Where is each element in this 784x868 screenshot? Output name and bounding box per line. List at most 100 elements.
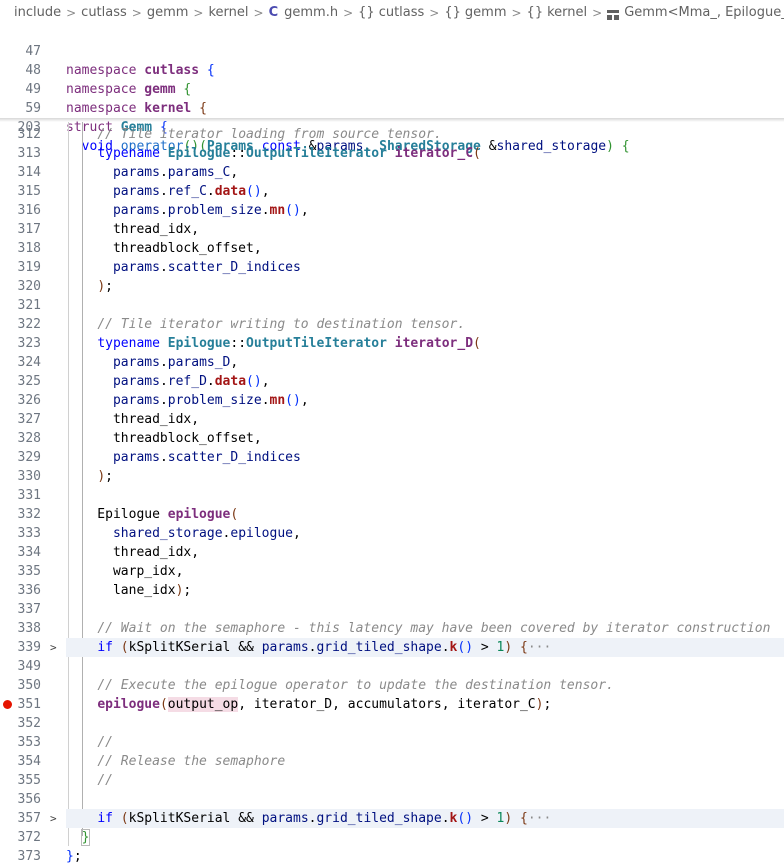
chevron-right-icon: > — [511, 5, 522, 20]
breadcrumb-gemm[interactable]: gemm — [147, 5, 189, 20]
struct-icon — [607, 9, 620, 20]
line-number: 336 — [17, 583, 41, 598]
code-text: threadblock_offset, — [66, 431, 262, 446]
breadcrumb-ns-kernel[interactable]: kernel — [547, 5, 587, 20]
chevron-right-icon: > — [253, 5, 264, 20]
line-number: 327 — [17, 412, 41, 427]
code-line[interactable]: 322 // Tile iterator writing to destinat… — [0, 315, 784, 334]
code-line[interactable]: 352 — [0, 714, 784, 733]
code-line[interactable]: 317 thread_idx, — [0, 220, 784, 239]
code-line[interactable]: 316 params.problem_size.mn(), — [0, 201, 784, 220]
breadcrumb-kernel[interactable]: kernel — [208, 5, 248, 20]
code-text: }; — [66, 849, 82, 864]
code-text: params.ref_C.data(), — [112, 184, 270, 199]
line-number: 314 — [17, 165, 41, 180]
code-line[interactable]: 312 // Tile iterator loading from source… — [0, 125, 784, 144]
code-line[interactable]: 323 typename Epilogue::OutputTileIterato… — [0, 334, 784, 353]
code-text: thread_idx, — [66, 412, 200, 427]
code-line[interactable]: 373}; — [0, 847, 784, 866]
code-text: if (kSplitKSerial && params.grid_tiled_s… — [97, 811, 552, 826]
code-line[interactable]: 326 params.problem_size.mn(), — [0, 391, 784, 410]
code-line[interactable]: 334 thread_idx, — [0, 543, 784, 562]
breadcrumb-struct[interactable]: Gemm<Mma_, Epilogue_, ThreadblockSw — [624, 5, 784, 20]
code-line[interactable]: 356 — [0, 790, 784, 809]
code-line[interactable]: 333 shared_storage.epilogue, — [0, 524, 784, 543]
sticky-line[interactable]: 48 namespace gemm { — [0, 42, 784, 97]
code-line[interactable]: 329 params.scatter_D_indices — [0, 448, 784, 467]
breadcrumb-file[interactable]: gemm.h — [284, 5, 338, 20]
chevron-right-icon: > — [66, 5, 77, 20]
code-line-folded[interactable]: 339 > if (kSplitKSerial && params.grid_ti… — [0, 638, 784, 657]
sticky-line[interactable]: 47 namespace cutlass { — [0, 23, 784, 78]
code-text: typename Epilogue::OutputTileIterator it… — [97, 146, 481, 161]
line-number: 313 — [17, 146, 41, 161]
code-line[interactable]: 353 // — [0, 733, 784, 752]
code-text: ); — [97, 469, 113, 484]
code-text: params.problem_size.mn(), — [112, 203, 309, 218]
code-line[interactable]: 338 // Wait on the semaphore - this late… — [0, 619, 784, 638]
code-line[interactable]: 332 Epilogue epilogue( — [0, 505, 784, 524]
code-line[interactable]: 350 // Execute the epilogue operator to … — [0, 676, 784, 695]
code-text: ); — [97, 279, 113, 294]
code-text: shared_storage.epilogue, — [112, 526, 301, 541]
sticky-line[interactable]: 59 struct Gemm { — [0, 80, 784, 135]
code-line[interactable]: 320 ); — [0, 277, 784, 296]
code-line[interactable]: 325 params.ref_D.data(), — [0, 372, 784, 391]
code-line[interactable]: 330 ); — [0, 467, 784, 486]
c-file-icon: C — [268, 5, 279, 20]
code-text: // Execute the epilogue operator to upda… — [97, 678, 614, 693]
code-line[interactable]: 354 // Release the semaphore — [0, 752, 784, 771]
fold-ellipsis[interactable]: ··· — [528, 811, 551, 826]
code-line-folded[interactable]: 357 > if (kSplitKSerial && params.grid_ti… — [0, 809, 784, 828]
line-number: 322 — [17, 317, 41, 332]
line-number: 354 — [17, 754, 41, 769]
code-line[interactable]: 328 threadblock_offset, — [0, 429, 784, 448]
line-number: 357 — [17, 811, 41, 826]
code-line[interactable]: 321 — [0, 296, 784, 315]
code-line[interactable]: 327 thread_idx, — [0, 410, 784, 429]
code-text: typename Epilogue::OutputTileIterator it… — [97, 336, 481, 351]
sticky-line[interactable]: 49 namespace kernel { — [0, 61, 784, 116]
chevron-right-icon: > — [429, 5, 440, 20]
code-text: } — [80, 829, 91, 846]
chevron-right-icon[interactable]: > — [50, 809, 57, 828]
code-line[interactable]: 372 } — [0, 828, 784, 847]
code-line-breakpoint[interactable]: 351 epilogue(output_op, iterator_D, accu… — [0, 695, 784, 714]
code-text: params.ref_D.data(), — [112, 374, 270, 389]
code-line[interactable]: 313 typename Epilogue::OutputTileIterato… — [0, 144, 784, 163]
code-text: params.params_D, — [112, 355, 239, 370]
line-number: 326 — [17, 393, 41, 408]
breadcrumb-include[interactable]: include — [14, 5, 61, 20]
code-text: // Wait on the semaphore - this latency … — [97, 621, 771, 636]
code-text: lane_idx); — [66, 583, 192, 598]
line-number: 315 — [17, 184, 41, 199]
line-number: 320 — [17, 279, 41, 294]
code-line[interactable]: 315 params.ref_C.data(), — [0, 182, 784, 201]
code-line[interactable]: 336 lane_idx); — [0, 581, 784, 600]
code-line[interactable]: 319 params.scatter_D_indices — [0, 258, 784, 277]
breadcrumb-cutlass[interactable]: cutlass — [81, 5, 127, 20]
line-number: 352 — [17, 716, 41, 731]
line-number: 321 — [17, 298, 41, 313]
sticky-scroll-header: 47 namespace cutlass { 48 namespace gemm… — [0, 22, 784, 154]
chevron-right-icon[interactable]: > — [50, 638, 57, 657]
code-line[interactable]: 331 — [0, 486, 784, 505]
line-number: 316 — [17, 203, 41, 218]
code-line[interactable]: 335 warp_idx, — [0, 562, 784, 581]
code-line[interactable]: 355 // — [0, 771, 784, 790]
breadcrumb-ns-cutlass[interactable]: cutlass — [379, 5, 425, 20]
fold-ellipsis[interactable]: ··· — [528, 640, 551, 655]
code-line[interactable]: 314 params.params_C, — [0, 163, 784, 182]
code-line[interactable]: 349 — [0, 657, 784, 676]
code-line[interactable]: 318 threadblock_offset, — [0, 239, 784, 258]
sticky-line[interactable]: 203 void operator()(Params const &params… — [0, 99, 784, 154]
line-number: 332 — [17, 507, 41, 522]
line-number: 328 — [17, 431, 41, 446]
line-number: 317 — [17, 222, 41, 237]
code-line[interactable]: 337 — [0, 600, 784, 619]
line-number: 330 — [17, 469, 41, 484]
namespace-icon: {} — [444, 5, 461, 20]
line-number: 334 — [17, 545, 41, 560]
breadcrumb-ns-gemm[interactable]: gemm — [465, 5, 507, 20]
code-line[interactable]: 324 params.params_D, — [0, 353, 784, 372]
